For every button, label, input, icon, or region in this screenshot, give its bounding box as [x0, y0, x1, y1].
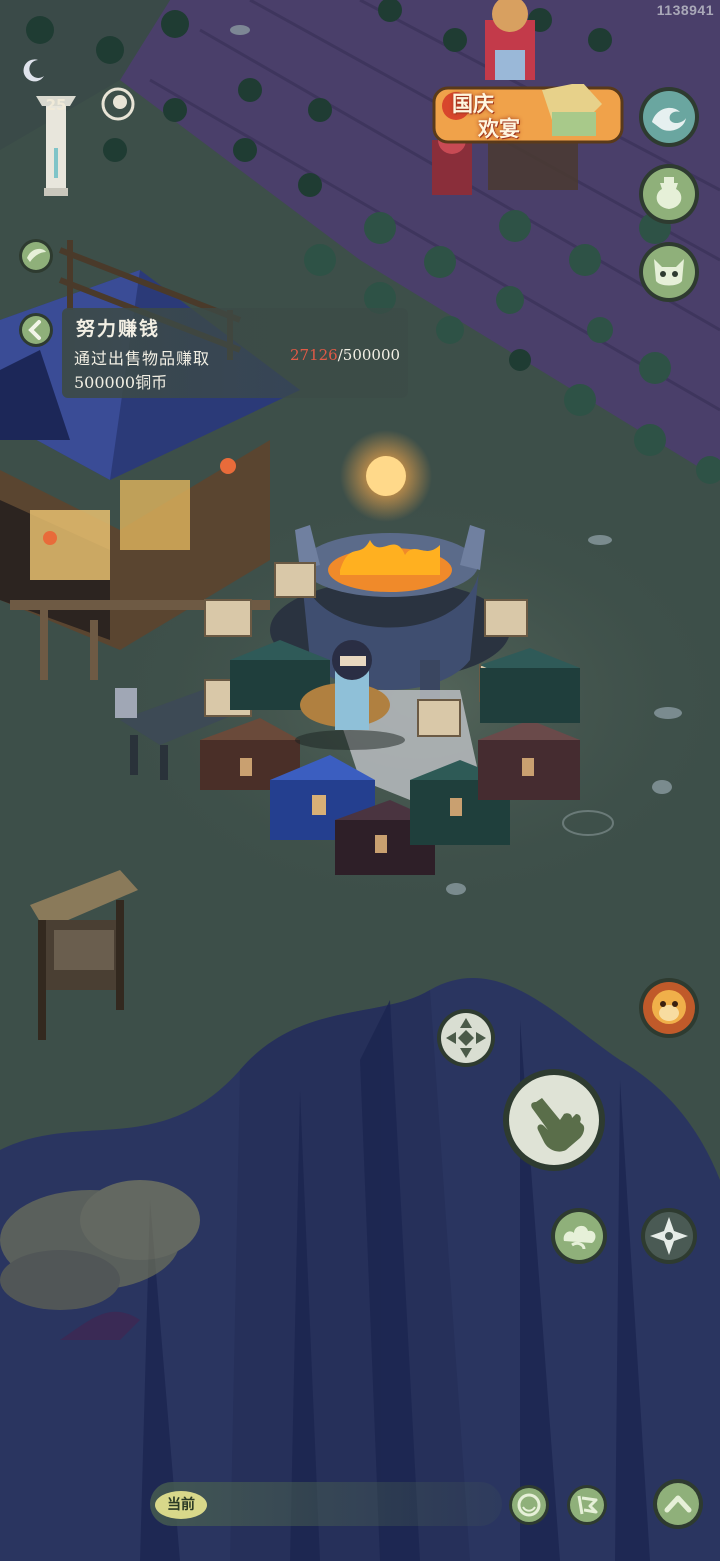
shuriken-icon[interactable]	[640, 1207, 698, 1265]
hand-pointer-icon[interactable]	[502, 1068, 606, 1172]
sun-icon[interactable]	[100, 86, 136, 122]
npc-farmer	[485, 0, 535, 80]
move-dpad-icon[interactable]	[436, 1008, 496, 1068]
game-scene[interactable]	[0, 0, 720, 1561]
pot-icon[interactable]	[638, 163, 700, 225]
smile-icon[interactable]	[508, 1484, 550, 1526]
chat-channel-label: 当前	[167, 1497, 195, 1513]
quest-description: 通过出售物品赚取	[74, 349, 211, 368]
quest-description-amount: 500000铜币	[74, 373, 168, 392]
chevron-up-icon[interactable]	[652, 1478, 704, 1530]
quest-progress-current: 27126	[290, 346, 338, 364]
wave-icon[interactable]	[638, 86, 700, 148]
quest-progress: 27126/500000	[290, 346, 400, 364]
cloud-icon[interactable]	[550, 1207, 608, 1265]
player-id: 1138941	[656, 2, 714, 18]
quest-progress-total: /500000	[337, 346, 401, 364]
quest-title: 努力赚钱	[76, 318, 161, 340]
event-banner-line2: 欢宴	[478, 116, 520, 141]
monkey-face-icon[interactable]	[638, 977, 700, 1039]
moon-icon	[23, 59, 44, 82]
back-arrow-icon[interactable]	[18, 312, 54, 348]
flag-icon[interactable]	[566, 1484, 608, 1526]
leaf-icon[interactable]	[18, 238, 54, 274]
demon-icon[interactable]	[638, 241, 700, 303]
player-level: 25	[45, 96, 67, 114]
